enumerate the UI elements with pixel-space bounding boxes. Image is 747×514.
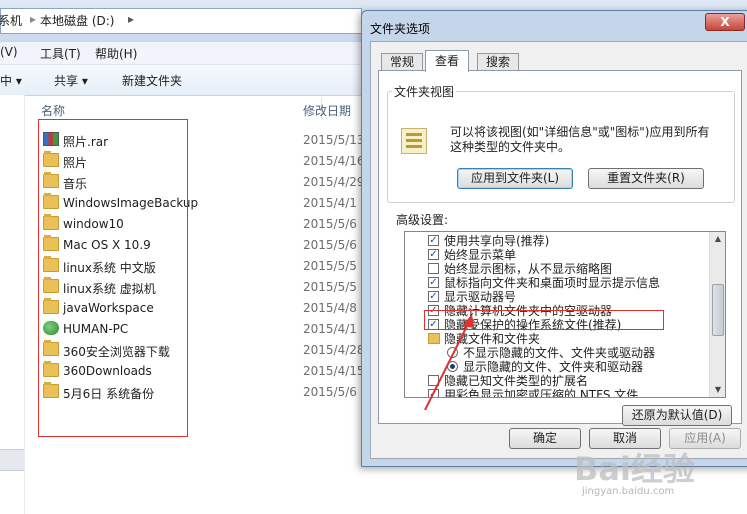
menu-view[interactable]: (V) [0,45,18,59]
menu-help[interactable]: 帮助(H) [95,45,137,62]
breadcrumb-separator: ▸ [30,12,37,26]
checkbox-empty-icon[interactable] [428,263,439,274]
folder-icon [428,333,440,344]
advanced-settings-label: 高级设置: [396,213,449,227]
nav-scrollbar[interactable] [0,449,24,471]
file-date: 2015/5/6 [303,385,357,399]
setting-label: 不显示隐藏的文件、文件夹或驱动器 [463,346,656,360]
setting-label: 隐藏已知文件类型的扩展名 [444,374,589,388]
file-date: 2015/4/8 [303,301,357,315]
dialog-title: 文件夹选项 [370,22,431,36]
restore-defaults-button[interactable]: 还原为默认值(D) [622,405,732,426]
watermark-url: jingyan.baidu.com [582,486,675,497]
setting-radio-item[interactable]: 不显示隐藏的文件、文件夹或驱动器 [405,346,701,360]
close-button[interactable]: X [705,13,745,31]
setting-label: 鼠标指向文件夹和桌面项时显示提示信息 [444,276,661,290]
file-date: 2015/5/6 [303,217,357,231]
setting-radio-item[interactable]: 显示隐藏的文件、文件夹和驱动器 [405,360,701,374]
file-date: 2015/4/16 [303,154,365,168]
tab-view[interactable]: 查看 [425,50,469,72]
folder-view-icon [401,128,427,154]
checkbox-checked-icon[interactable]: ✓ [428,235,439,246]
reset-folders-button[interactable]: 重置文件夹(R) [588,168,704,189]
breadcrumb-chevron-icon[interactable]: ▸ [128,12,134,26]
file-date: 2015/5/5 [303,259,357,273]
highlight-box-files [38,119,188,437]
tab-search[interactable]: 搜索 [477,53,519,71]
advanced-settings-scrollbar[interactable]: ▲ ▼ [709,232,725,397]
setting-label: 始终显示菜单 [444,248,517,262]
file-date: 2015/4/28 [303,343,365,357]
file-date: 2015/4/29 [303,175,365,189]
toolbar-include-button[interactable]: 中 ▾ [0,72,22,89]
setting-label: 显示驱动器号 [444,290,517,304]
watermark: Bai经验 jingyan.baidu.com [574,444,744,504]
setting-checkbox-item[interactable]: 隐藏已知文件类型的扩展名 [405,374,701,388]
file-date: 2015/5/13 [303,133,365,147]
tab-panel-view: 文件夹视图 可以将该视图(如"详细信息"或"图标")应用到所有这种类型的文件夹中… [378,70,742,426]
dialog-titlebar[interactable]: 文件夹选项 X [362,11,747,41]
toolbar-share-button[interactable]: 共享 ▾ [54,72,88,89]
apply-to-folders-button[interactable]: 应用到文件夹(L) [457,168,573,189]
checkbox-empty-icon[interactable] [428,375,439,386]
highlight-box-show-hidden [424,310,664,330]
navigation-pane [0,95,25,514]
checkbox-checked-icon[interactable]: ✓ [428,291,439,302]
setting-checkbox-item[interactable]: ✓ 用彩色显示加密或压缩的 NTFS 文件 [405,388,701,398]
checkbox-checked-icon[interactable]: ✓ [428,389,439,397]
watermark-logo: Bai经验 [574,450,695,488]
setting-checkbox-item[interactable]: ✓ 始终显示菜单 [405,248,701,262]
setting-label: 显示隐藏的文件、文件夹和驱动器 [463,360,644,374]
file-date: 2015/4/1 [303,322,357,336]
folder-view-group: 文件夹视图 可以将该视图(如"详细信息"或"图标")应用到所有这种类型的文件夹中… [387,83,735,203]
file-date: 2015/5/5 [303,280,357,294]
toolbar-new-folder-button[interactable]: 新建文件夹 [122,72,182,89]
scroll-down-icon[interactable]: ▼ [710,383,725,397]
file-date: 2015/4/1 [303,196,357,210]
column-date-modified[interactable]: 修改日期 [303,102,351,119]
radio-selected-icon[interactable] [447,361,458,372]
setting-label: 用彩色显示加密或压缩的 NTFS 文件 [444,388,639,398]
file-date: 2015/5/6 [303,238,357,252]
radio-empty-icon[interactable] [447,347,458,358]
dialog-body: 常规 查看 搜索 文件夹视图 可以将该视图(如"详细信息"或"图标")应用到所有… [370,41,747,459]
scroll-up-icon[interactable]: ▲ [710,232,725,246]
breadcrumb-computer[interactable]: 系机 [0,12,22,29]
column-name[interactable]: 名称 [41,102,65,119]
menu-tools[interactable]: 工具(T) [40,45,81,62]
checkbox-checked-icon[interactable]: ✓ [428,277,439,288]
file-date: 2015/4/15 [303,364,365,378]
setting-checkbox-item[interactable]: ✓ 使用共享向导(推荐) [405,234,701,248]
scroll-thumb[interactable] [712,284,724,336]
setting-label: 始终显示图标，从不显示缩略图 [444,262,613,276]
setting-checkbox-item[interactable]: 始终显示图标，从不显示缩略图 [405,262,701,276]
setting-group-item: 隐藏文件和文件夹 [405,332,701,346]
breadcrumb-drive-d[interactable]: 本地磁盘 (D:) [40,12,114,29]
setting-checkbox-item[interactable]: ✓ 鼠标指向文件夹和桌面项时显示提示信息 [405,276,701,290]
tab-general[interactable]: 常规 [381,53,423,71]
ok-button[interactable]: 确定 [509,428,581,449]
folder-view-title: 文件夹视图 [392,83,457,100]
setting-label: 隐藏文件和文件夹 [444,332,541,346]
checkbox-checked-icon[interactable]: ✓ [428,249,439,260]
setting-checkbox-item[interactable]: ✓ 显示驱动器号 [405,290,701,304]
folder-view-description: 可以将该视图(如"详细信息"或"图标")应用到所有这种类型的文件夹中。 [450,125,710,154]
setting-label: 使用共享向导(推荐) [444,234,550,248]
folder-options-dialog: 文件夹选项 X 常规 查看 搜索 文件夹视图 可以将该视图(如"详细信息"或"图… [361,10,747,467]
